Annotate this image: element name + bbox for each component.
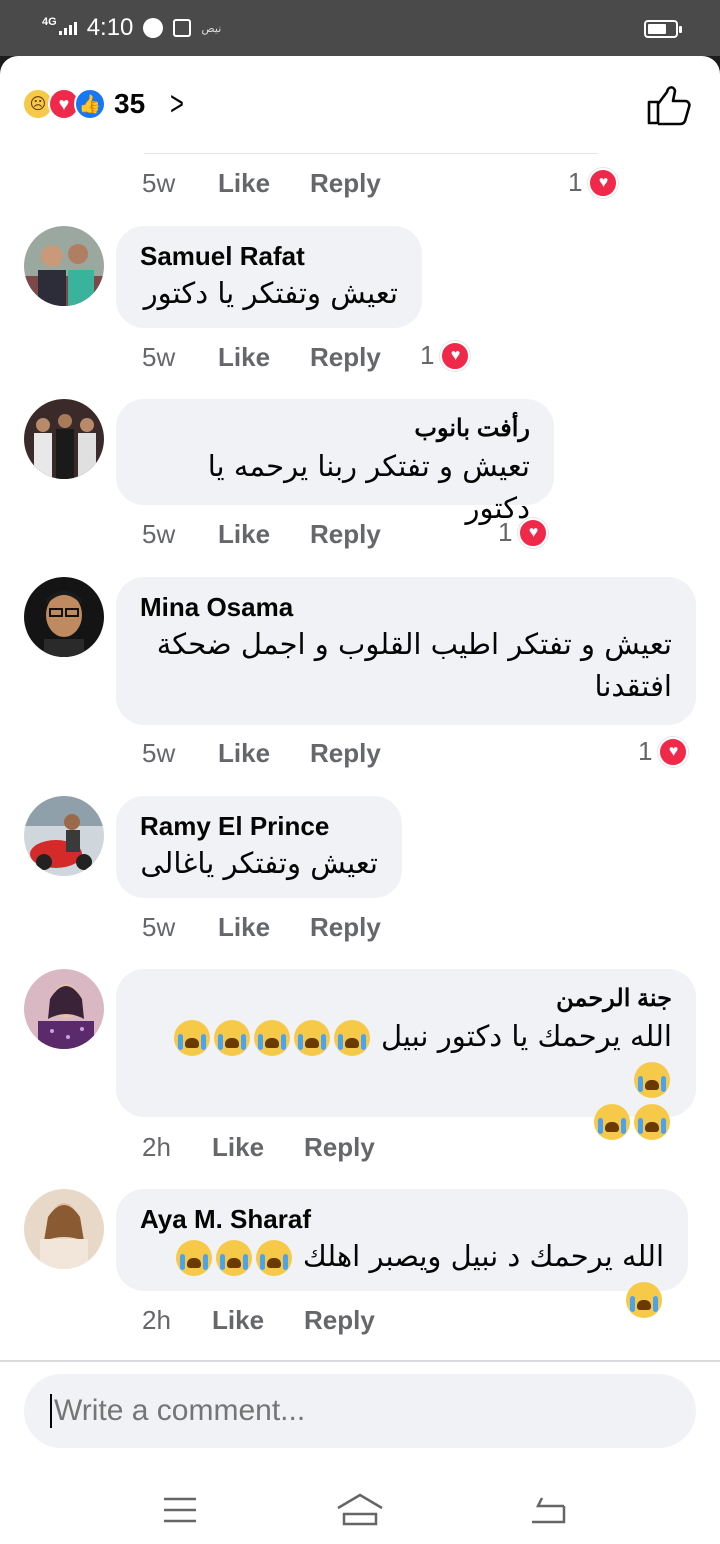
- reaction-count: 35: [114, 88, 146, 119]
- comment-meta: 2h Like Reply: [142, 1132, 375, 1163]
- comments-sheet: ☹ ♥ 👍 35 > 5w Like Reply 1 ♥ Samuel Rafa…: [0, 56, 720, 1544]
- comment-bubble[interactable]: Ramy El Prince تعيش وتفتكر ياغالى: [116, 796, 402, 898]
- reply-button[interactable]: Reply: [310, 738, 381, 769]
- like-button[interactable]: Like: [218, 519, 310, 550]
- reactions-summary[interactable]: ☹ ♥ 👍 35 >: [22, 84, 187, 124]
- comment-meta: 5w Like Reply: [142, 912, 381, 943]
- comment-time: 5w: [142, 168, 176, 198]
- like-button[interactable]: Like: [212, 1132, 304, 1163]
- avatar[interactable]: [24, 796, 104, 876]
- comment-input[interactable]: [54, 1394, 654, 1428]
- comment-time: 2h: [142, 1132, 171, 1162]
- comment-time: 5w: [142, 342, 176, 372]
- crying-face-icons: [592, 1103, 672, 1140]
- crying-face-icon: [215, 1240, 252, 1276]
- crying-face-icon: [594, 1104, 630, 1140]
- network-type: 4G: [42, 16, 57, 28]
- crying-face-icon: [173, 1020, 210, 1056]
- avatar[interactable]: [24, 399, 104, 479]
- composer-divider: [0, 1360, 720, 1362]
- reply-button[interactable]: Reply: [304, 1305, 375, 1336]
- commenter-name[interactable]: رأفت بانوب: [140, 413, 530, 445]
- commenter-name[interactable]: Ramy El Prince: [140, 810, 378, 842]
- status-extra: نيص: [201, 22, 222, 35]
- like-button[interactable]: Like: [218, 912, 310, 943]
- menu-icon[interactable]: [152, 1482, 208, 1538]
- like-thumb-icon[interactable]: [646, 82, 692, 126]
- comment-meta: 5w Like Reply: [142, 168, 381, 199]
- comment-composer[interactable]: [24, 1374, 696, 1448]
- comment-bubble[interactable]: Mina Osama تعيش و تفتكر اطيب القلوب و اج…: [116, 577, 696, 725]
- reply-button[interactable]: Reply: [310, 912, 381, 943]
- reply-button[interactable]: Reply: [310, 168, 381, 199]
- avatar[interactable]: [24, 577, 104, 657]
- comment-text: تعيش وتفتكر يا دكتور: [143, 276, 398, 310]
- comment-reactions[interactable]: 1 ♥: [498, 517, 549, 548]
- comment-reactions[interactable]: 1 ♥: [420, 340, 471, 371]
- like-button[interactable]: Like: [218, 168, 310, 199]
- clock: 4:10: [86, 14, 134, 41]
- love-icon: ♥: [518, 517, 549, 548]
- comment-time: 2h: [142, 1305, 171, 1335]
- avatar[interactable]: [24, 969, 104, 1049]
- like-icon: 👍: [74, 88, 106, 120]
- comment-time: 5w: [142, 738, 176, 768]
- avatar[interactable]: [24, 1189, 104, 1269]
- crying-face-icon: [333, 1020, 370, 1056]
- comment-meta: 5w Like Reply: [142, 342, 381, 373]
- comment-bubble[interactable]: رأفت بانوب تعيش و تفتكر ربنا يرحمه يا دك…: [116, 399, 554, 525]
- comment-text: تعيش وتفتكر ياغالى: [140, 846, 378, 880]
- comment-reactions[interactable]: 1 ♥: [638, 736, 689, 767]
- crying-face-icon: [626, 1282, 662, 1318]
- love-icon: ♥: [658, 736, 689, 767]
- messenger-icon: [143, 18, 164, 38]
- comment-bubble[interactable]: جنة الرحمن الله يرحمك يا دكتور نبيل: [116, 969, 696, 1140]
- reply-button[interactable]: Reply: [310, 342, 381, 373]
- battery-icon: [644, 20, 682, 38]
- love-icon: ♥: [440, 340, 471, 371]
- comment-meta: 5w Like Reply: [142, 738, 381, 769]
- crying-face-icon: [293, 1020, 330, 1056]
- crying-face-icon: [634, 1062, 670, 1098]
- crying-face-icon: [253, 1020, 290, 1056]
- chevron-right-icon: >: [170, 84, 185, 123]
- divider: [144, 153, 598, 154]
- home-icon[interactable]: [332, 1482, 388, 1538]
- notification-icon: [173, 19, 192, 37]
- system-nav-bar: [0, 1468, 720, 1544]
- commenter-name[interactable]: Mina Osama: [140, 591, 672, 623]
- comment-meta: 5w Like Reply: [142, 519, 381, 550]
- avatar[interactable]: [24, 226, 104, 306]
- text-caret: [50, 1394, 52, 1428]
- crying-face-icon: [175, 1240, 212, 1276]
- commenter-name[interactable]: Samuel Rafat: [140, 240, 398, 272]
- like-button[interactable]: Like: [218, 738, 310, 769]
- like-button[interactable]: Like: [212, 1305, 304, 1336]
- commenter-name[interactable]: جنة الرحمن: [140, 983, 672, 1015]
- comment-text: تعيش و تفتكر ربنا يرحمه يا دكتور: [207, 449, 530, 525]
- comment-bubble[interactable]: Samuel Rafat تعيش وتفتكر يا دكتور: [116, 226, 422, 328]
- reply-button[interactable]: Reply: [310, 519, 381, 550]
- comment-text: الله يرحمك يا دكتور نبيل: [140, 1015, 672, 1141]
- reply-button[interactable]: Reply: [304, 1132, 375, 1163]
- comment-time: 5w: [142, 519, 176, 549]
- signal-icon: [58, 21, 77, 35]
- back-icon[interactable]: [520, 1482, 576, 1538]
- crying-face-icon: [213, 1020, 250, 1056]
- comment-reactions[interactable]: 1 ♥: [568, 167, 619, 198]
- crying-face-icon: [634, 1104, 670, 1140]
- comment-bubble[interactable]: Aya M. Sharaf الله يرحمك د نبيل ويصبر اه…: [116, 1189, 688, 1318]
- comment-text: تعيش و تفتكر اطيب القلوب و اجمل ضحكة افت…: [156, 627, 672, 703]
- comment-meta: 2h Like Reply: [142, 1305, 375, 1336]
- love-icon: ♥: [588, 167, 619, 198]
- comment-time: 5w: [142, 912, 176, 942]
- status-bar: 4G 4:10 نيص: [0, 0, 720, 56]
- crying-face-icon: [255, 1240, 292, 1276]
- like-button[interactable]: Like: [218, 342, 310, 373]
- commenter-name[interactable]: Aya M. Sharaf: [140, 1203, 664, 1235]
